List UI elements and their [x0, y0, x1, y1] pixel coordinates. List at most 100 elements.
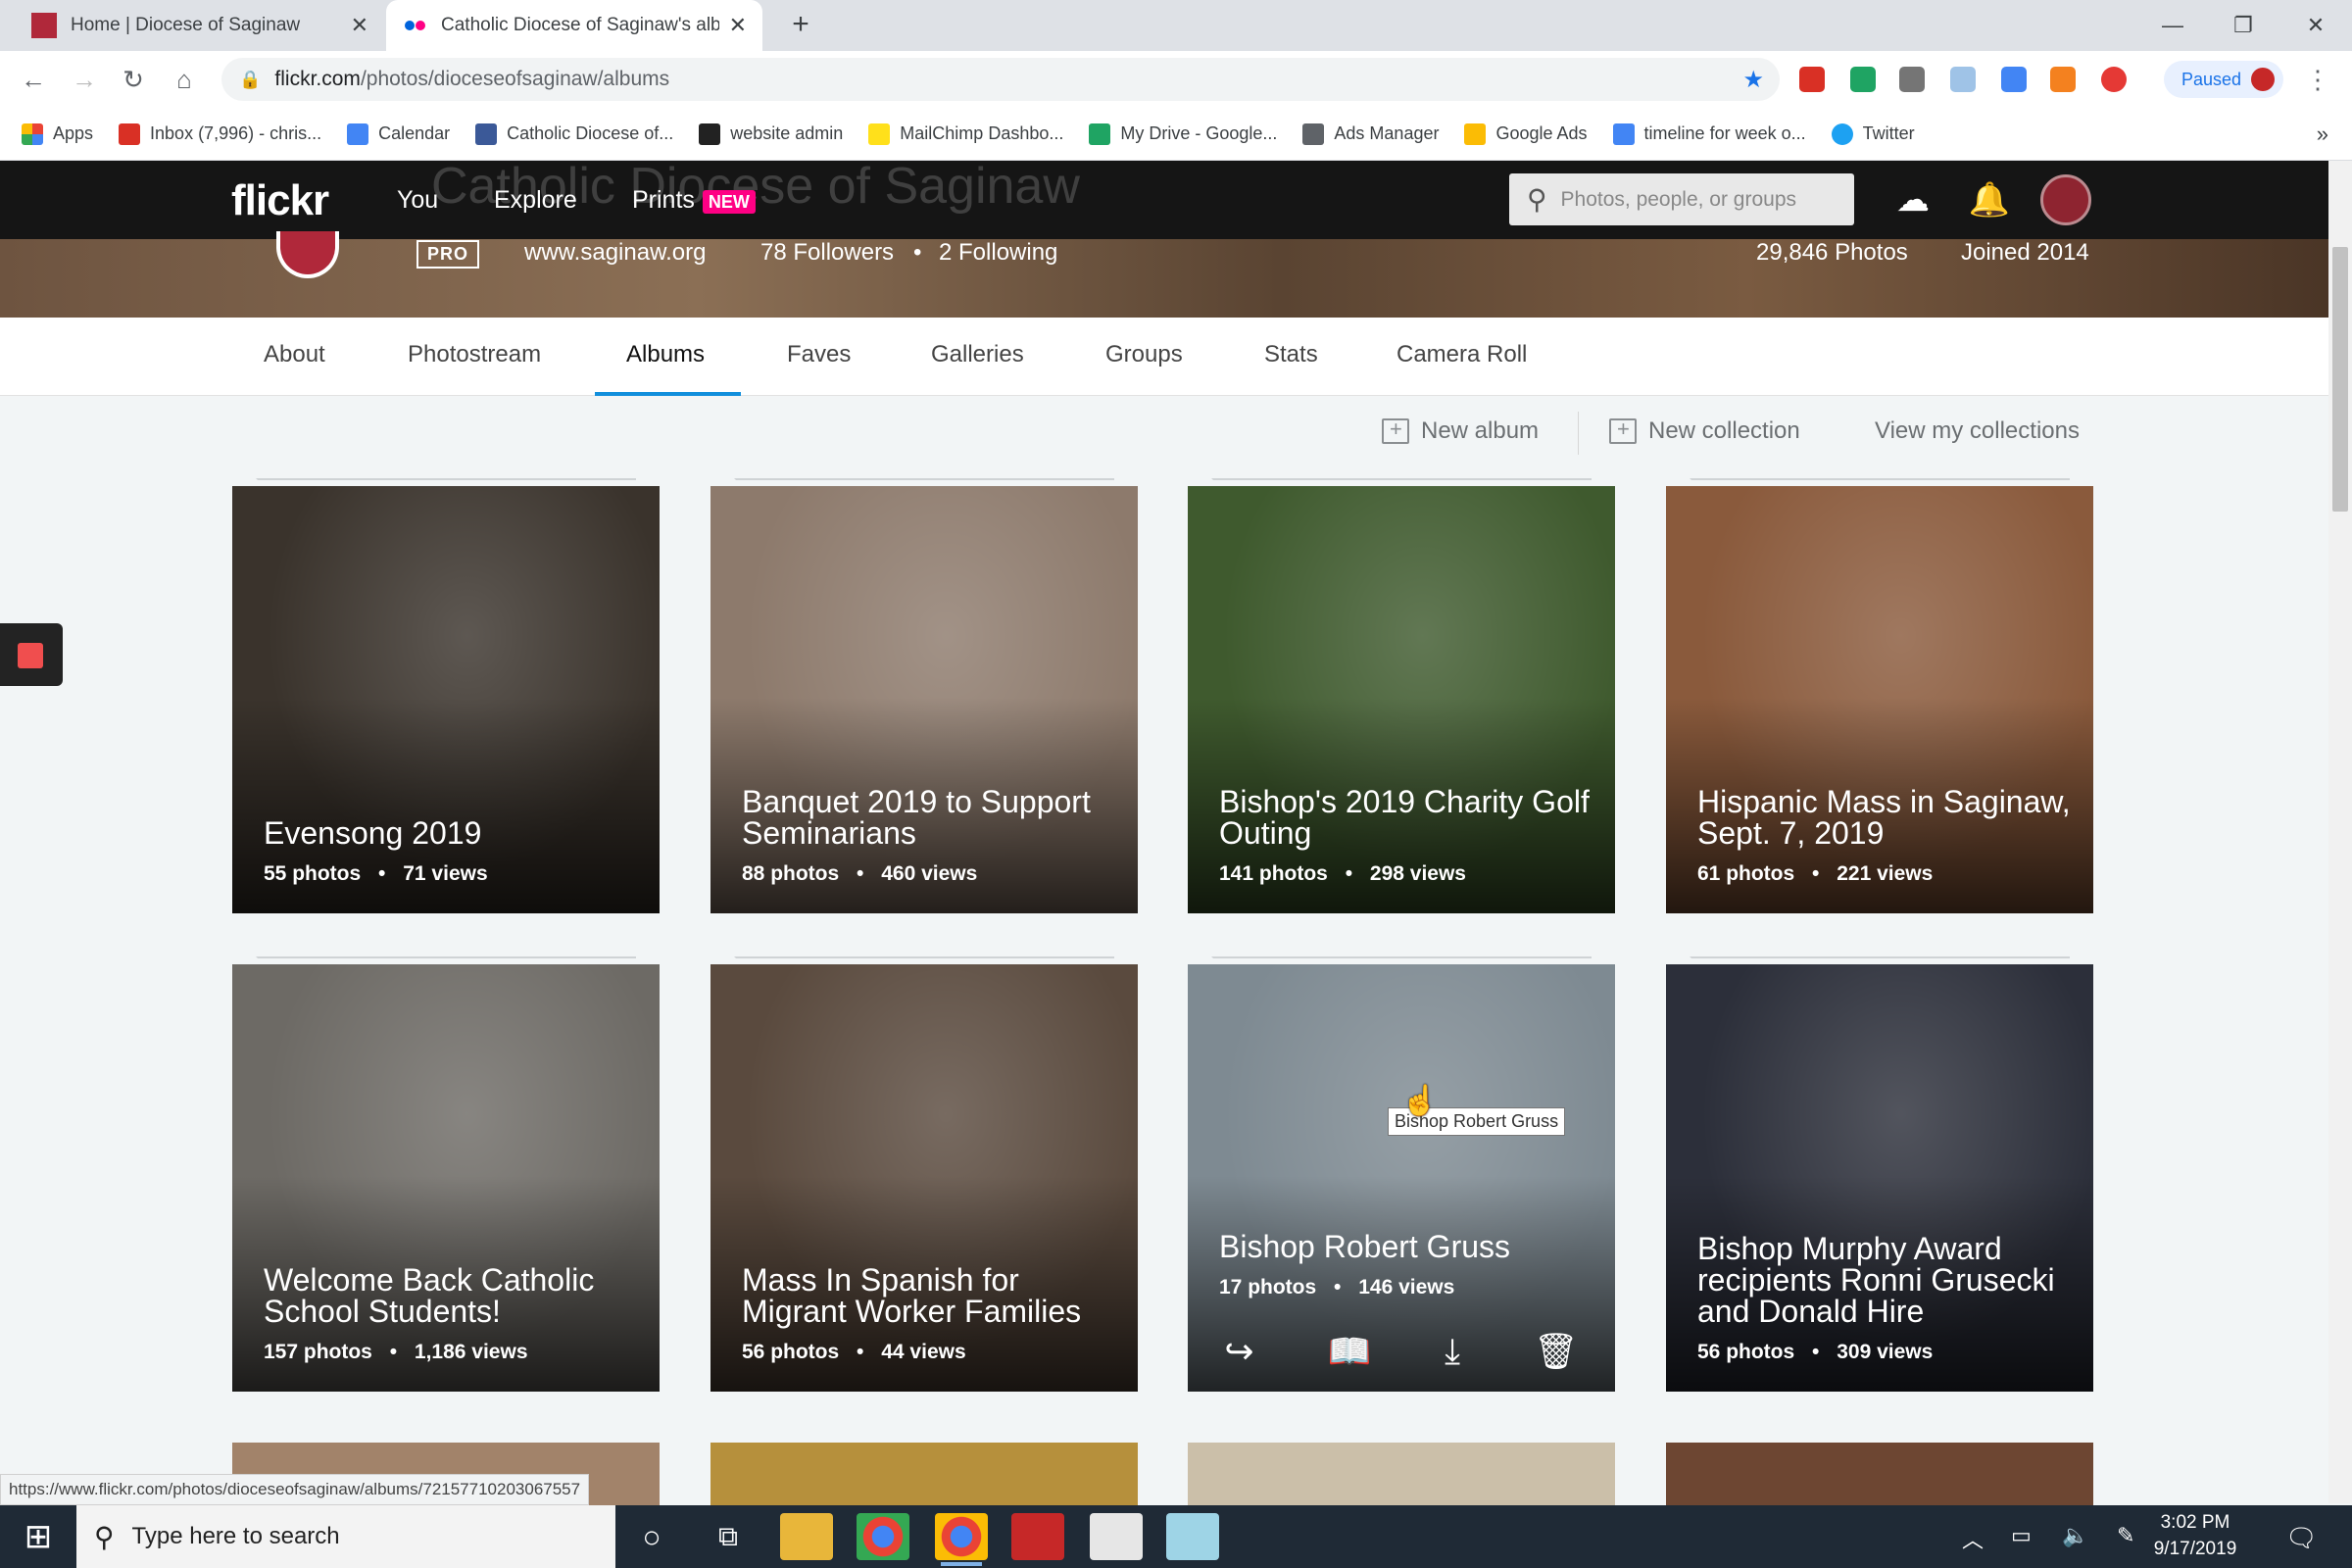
nav-you[interactable]: You [397, 186, 438, 215]
album-card[interactable]: Hispanic Mass in Saginaw, Sept. 7, 2019 … [1666, 486, 2093, 913]
task-view-icon[interactable]: ⧉ [702, 1513, 755, 1560]
album-card[interactable]: Banquet 2019 to Support Seminarians 88 p… [710, 486, 1138, 913]
home-icon[interactable]: ⌂ [165, 60, 204, 99]
browser-menu-icon[interactable]: ⋮ [2303, 61, 2332, 98]
scrollbar-thumb[interactable] [2332, 247, 2348, 512]
lastpass-extension-icon[interactable] [2101, 67, 2127, 92]
gmail-icon [119, 122, 141, 145]
pen-icon[interactable]: ✎ [2117, 1523, 2134, 1548]
new-album-button[interactable]: New album [1382, 416, 1539, 445]
bookmark-apps[interactable]: Apps [22, 122, 93, 145]
album-card[interactable]: Bishop Robert Gruss 17 photos • 146 view… [1188, 964, 1615, 1392]
tray-chevron-icon[interactable]: ︿ [1962, 1523, 1984, 1554]
tab-galleries[interactable]: Galleries [931, 341, 1024, 368]
bookmark-mailchimp[interactable]: MailChimp Dashbo... [868, 122, 1063, 145]
tab-albums[interactable]: Albums [626, 341, 705, 368]
website-link[interactable]: www.saginaw.org [524, 239, 706, 267]
bookmarks-overflow-icon[interactable]: » [2317, 122, 2328, 147]
bookmark-inbox[interactable]: Inbox (7,996) - chris... [119, 122, 321, 145]
following-link[interactable]: 2 Following [939, 239, 1057, 267]
bookmark-my-drive[interactable]: My Drive - Google... [1089, 122, 1277, 145]
tab-faves[interactable]: Faves [787, 341, 851, 368]
flickr-logo[interactable]: flickr [231, 176, 329, 225]
album-card[interactable]: Mass In Spanish for Migrant Worker Famil… [710, 964, 1138, 1392]
account-avatar[interactable] [2040, 174, 2091, 225]
app-dragon-icon[interactable] [1011, 1513, 1064, 1560]
bookmark-website-admin[interactable]: website admin [699, 122, 843, 145]
tab-camera-roll[interactable]: Camera Roll [1396, 341, 1527, 368]
flickr-search-input[interactable]: ⚲ Photos, people, or groups [1509, 173, 1854, 225]
bookmark-calendar[interactable]: Calendar [347, 122, 450, 145]
upload-cloud-icon[interactable]: ☁ [1887, 174, 1938, 225]
snowflake-extension-icon[interactable] [1950, 67, 1976, 92]
close-icon[interactable]: ✕ [351, 13, 368, 38]
battery-icon[interactable]: ▭ [2011, 1523, 2032, 1548]
minimize-icon[interactable]: — [2148, 6, 2197, 45]
album-card-partial[interactable] [710, 1443, 1138, 1505]
album-title[interactable]: Welcome Back Catholic School Students! [264, 1264, 640, 1327]
taskbar-clock[interactable]: 3:02 PM 9/17/2019 [2146, 1509, 2244, 1562]
share-icon[interactable]: ↪ [1224, 1331, 1253, 1374]
album-title[interactable]: Banquet 2019 to Support Seminarians [742, 786, 1118, 849]
album-card[interactable]: Bishop's 2019 Charity Golf Outing 141 ph… [1188, 486, 1615, 913]
cast-extension-icon[interactable] [2001, 67, 2027, 92]
album-title[interactable]: Mass In Spanish for Migrant Worker Famil… [742, 1264, 1118, 1327]
chrome-icon[interactable] [857, 1513, 909, 1560]
tab-home-diocese[interactable]: Home | Diocese of Saginaw ✕ [16, 0, 384, 51]
tab-groups[interactable]: Groups [1105, 341, 1183, 368]
notification-bell-icon[interactable]: 🔔 [1964, 174, 2015, 225]
restore-icon[interactable]: ❐ [2219, 6, 2268, 45]
album-card-partial[interactable] [1666, 1443, 2093, 1505]
album-card[interactable]: Welcome Back Catholic School Students! 1… [232, 964, 660, 1392]
album-card[interactable]: Bishop Murphy Award recipients Ronni Gru… [1666, 964, 2093, 1392]
bookmark-ads-manager[interactable]: Ads Manager [1302, 122, 1439, 145]
grammar-extension-icon[interactable] [1899, 67, 1925, 92]
chrome-active-icon[interactable] [935, 1513, 988, 1566]
tab-photostream[interactable]: Photostream [408, 341, 541, 368]
new-tab-button[interactable]: + [784, 8, 817, 41]
view-collections-link[interactable]: View my collections [1875, 417, 2080, 445]
volume-icon[interactable]: 🔈 [2062, 1523, 2088, 1548]
tab-stats[interactable]: Stats [1264, 341, 1318, 368]
app-tablet-icon[interactable] [1166, 1513, 1219, 1560]
gmail-extension-icon[interactable] [1799, 67, 1825, 92]
back-arrow-icon[interactable]: ← [14, 60, 53, 99]
bookmark-timeline[interactable]: timeline for week o... [1612, 122, 1806, 145]
album-title[interactable]: Bishop's 2019 Charity Golf Outing [1219, 786, 1595, 849]
profile-paused-button[interactable]: Paused [2164, 61, 2283, 98]
windows-start-icon[interactable]: ⊞ [0, 1505, 76, 1568]
album-card[interactable]: Evensong 2019 55 photos • 71 views [232, 486, 660, 913]
action-center-icon[interactable]: 🗨 [2285, 1523, 2318, 1553]
file-explorer-icon[interactable] [780, 1513, 833, 1560]
tab-about[interactable]: About [264, 341, 325, 368]
followers-link[interactable]: 78 Followers [760, 239, 894, 267]
close-window-icon[interactable]: ✕ [2291, 6, 2340, 45]
url-host: flickr.com [274, 68, 361, 90]
bookmark-google-ads[interactable]: Google Ads [1464, 122, 1588, 145]
forward-arrow-icon[interactable]: → [65, 60, 104, 99]
reload-icon[interactable]: ↻ [114, 60, 153, 99]
close-icon[interactable]: ✕ [729, 13, 747, 38]
bookmark-twitter[interactable]: Twitter [1831, 122, 1915, 145]
album-card-partial[interactable] [1188, 1443, 1615, 1505]
app-bookmark-icon[interactable] [1090, 1513, 1143, 1560]
bookmark-facebook[interactable]: Catholic Diocese of... [475, 122, 673, 145]
album-title[interactable]: Bishop Robert Gruss [1219, 1231, 1595, 1262]
album-title[interactable]: Bishop Murphy Award recipients Ronni Gru… [1697, 1233, 2074, 1327]
taskbar-search-box[interactable]: ⚲ Type here to search [76, 1505, 615, 1568]
address-bar[interactable]: 🔒 flickr.com/photos/dioceseofsaginaw/alb… [221, 58, 1780, 101]
album-title[interactable]: Hispanic Mass in Saginaw, Sept. 7, 2019 [1697, 786, 2074, 849]
tab-flickr-albums[interactable]: Catholic Diocese of Saginaw's albums ✕ [386, 0, 762, 51]
cortana-icon[interactable]: ○ [625, 1513, 678, 1560]
bookmark-star-icon[interactable]: ★ [1742, 66, 1764, 94]
album-title[interactable]: Evensong 2019 [264, 817, 640, 849]
drive-extension-icon[interactable] [1850, 67, 1876, 92]
record-stop-button[interactable] [0, 623, 63, 686]
nav-prints[interactable]: Prints NEW [632, 186, 756, 215]
nav-explore[interactable]: Explore [494, 186, 577, 215]
book-icon[interactable]: 📖 [1327, 1331, 1371, 1374]
download-icon[interactable]: ⤓ [1445, 1331, 1460, 1374]
new-collection-button[interactable]: New collection [1609, 416, 1800, 445]
analytics-extension-icon[interactable] [2050, 67, 2076, 92]
trash-icon[interactable]: 🗑 [1534, 1331, 1579, 1374]
